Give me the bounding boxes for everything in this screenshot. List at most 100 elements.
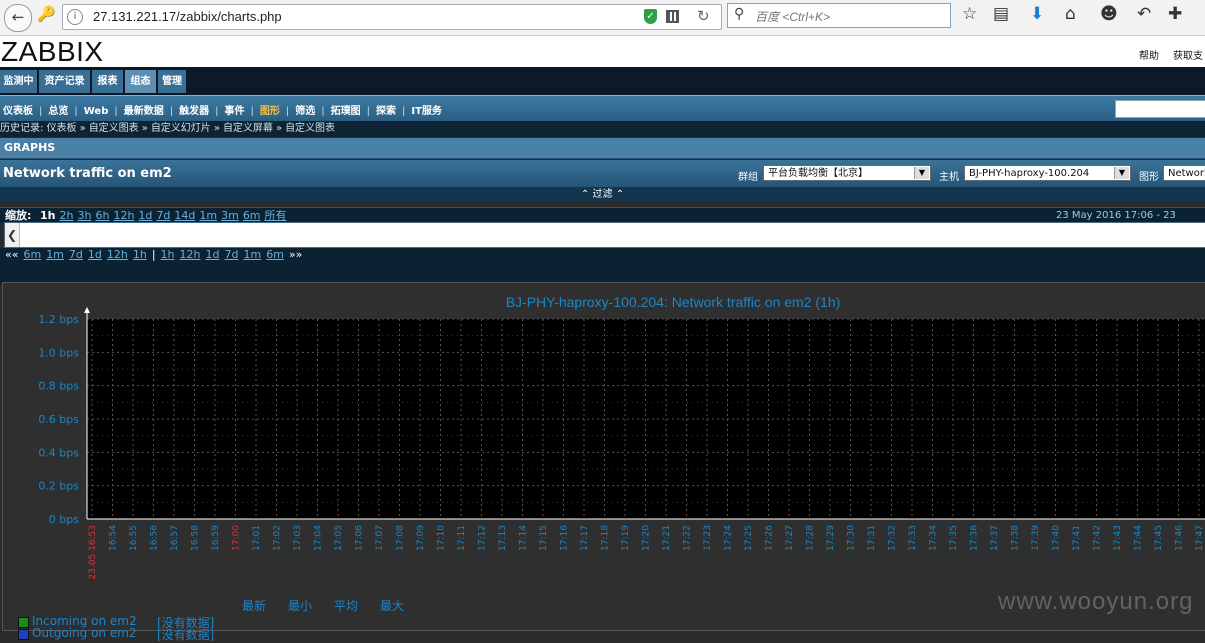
y-axis-arrow-icon bbox=[84, 307, 90, 313]
main-tab-inventory[interactable]: 资产记录 bbox=[39, 70, 90, 93]
back-arrow-icon[interactable]: ← bbox=[4, 4, 32, 32]
y-tick-label: 0.6 bps bbox=[38, 413, 79, 426]
nav-back-link[interactable]: 1d bbox=[88, 248, 102, 261]
zoom-option[interactable]: 14d bbox=[174, 209, 195, 222]
zoom-option[interactable]: 6h bbox=[95, 209, 109, 222]
zoom-option[interactable]: 1d bbox=[138, 209, 152, 222]
sub-menu-item[interactable]: IT服务 bbox=[411, 106, 442, 117]
smiley-icon[interactable]: ☻ bbox=[1100, 4, 1118, 24]
x-tick-label: 17:00 bbox=[232, 525, 242, 551]
nav-forward-link[interactable]: 1d bbox=[206, 248, 220, 261]
zoom-option[interactable]: 6m bbox=[243, 209, 261, 222]
host-select[interactable]: BJ-PHY-haproxy-100.204 ▼ bbox=[964, 165, 1131, 181]
breadcrumb-link[interactable]: 自定义图表 bbox=[285, 123, 335, 134]
sub-menu-item[interactable]: 图形 bbox=[260, 106, 280, 117]
zoom-option[interactable]: 2h bbox=[60, 209, 74, 222]
scroll-left-icon[interactable]: ❮ bbox=[5, 223, 20, 247]
main-tab-configuration[interactable]: 组态 bbox=[125, 70, 156, 93]
chevron-up-icon: ⌃ bbox=[615, 189, 625, 200]
main-tab-monitoring[interactable]: 监测中 bbox=[0, 70, 37, 93]
sub-menu-item[interactable]: 仪表板 bbox=[3, 106, 33, 117]
legend-col-avg: 平均 bbox=[334, 599, 359, 613]
nav-back-link[interactable]: 1h bbox=[133, 248, 147, 261]
qr-code-icon[interactable] bbox=[666, 10, 679, 23]
reading-list-icon[interactable]: ▤ bbox=[993, 4, 1009, 24]
sub-menu-item[interactable]: Web bbox=[84, 106, 109, 117]
sub-menu-item[interactable]: 探索 bbox=[376, 106, 396, 117]
main-tab-reports[interactable]: 报表 bbox=[92, 70, 123, 93]
nav-back-link[interactable]: 6m bbox=[23, 248, 41, 261]
main-menu: 监测中 资产记录 报表 组态 管理 bbox=[0, 67, 1205, 95]
url-text[interactable]: 27.131.221.17/zabbix/charts.php bbox=[93, 9, 282, 24]
zoom-option[interactable]: 所有 bbox=[265, 209, 287, 222]
graph-select[interactable]: Network bbox=[1163, 165, 1205, 181]
nav-back-link[interactable]: 1m bbox=[46, 248, 64, 261]
main-tab-administration[interactable]: 管理 bbox=[158, 70, 186, 93]
nav-back-link[interactable]: 7d bbox=[69, 248, 83, 261]
x-tick-label: 17:26 bbox=[765, 525, 775, 551]
nav-forward-link[interactable]: 6m bbox=[266, 248, 284, 261]
sub-menu-search-input[interactable] bbox=[1115, 100, 1205, 118]
chevron-down-icon[interactable]: ▼ bbox=[914, 167, 929, 179]
x-tick-label: 16:58 bbox=[191, 525, 201, 551]
breadcrumb-link[interactable]: 自定义图表 bbox=[89, 123, 139, 134]
x-tick-label: 17:36 bbox=[970, 525, 980, 551]
graph-select-value: Network bbox=[1168, 168, 1205, 179]
sub-menu-item[interactable]: 总览 bbox=[48, 106, 68, 117]
nav-forward-arrows[interactable]: »» bbox=[289, 248, 302, 261]
x-tick-label: 17:42 bbox=[1093, 525, 1103, 551]
x-tick-label: 17:07 bbox=[375, 525, 385, 551]
menu-separator: | bbox=[402, 106, 406, 117]
x-tick-label: 17:17 bbox=[580, 525, 590, 551]
home-icon[interactable]: ⌂ bbox=[1065, 4, 1076, 24]
download-icon[interactable]: ⬇ bbox=[1030, 4, 1044, 24]
breadcrumb-link[interactable]: 自定义屏幕 bbox=[223, 123, 273, 134]
address-bar[interactable]: i 27.131.221.17/zabbix/charts.php ✓ ↻ bbox=[62, 4, 722, 30]
x-tick-label: 17:45 bbox=[1154, 525, 1164, 551]
zoom-option[interactable]: 1h bbox=[40, 209, 56, 222]
chart-title: BJ-PHY-haproxy-100.204: Network traffic … bbox=[505, 294, 841, 310]
browser-toolbar: ← 🔑 i 27.131.221.17/zabbix/charts.php ✓ … bbox=[0, 0, 1205, 36]
nav-forward-link[interactable]: 7d bbox=[224, 248, 238, 261]
time-scrollbar[interactable]: ❮ bbox=[4, 222, 1205, 248]
sub-menu-item[interactable]: 最新数据 bbox=[124, 106, 164, 117]
x-tick-label: 17:19 bbox=[621, 525, 631, 551]
group-label: 群组 bbox=[738, 172, 758, 183]
nav-forward-link[interactable]: 1m bbox=[243, 248, 261, 261]
breadcrumb-link[interactable]: 仪表板 bbox=[47, 123, 77, 134]
undo-icon[interactable]: ↶ bbox=[1137, 4, 1151, 24]
sub-menu-item[interactable]: 筛选 bbox=[295, 106, 315, 117]
zoom-option[interactable]: 3h bbox=[77, 209, 91, 222]
reload-icon[interactable]: ↻ bbox=[697, 7, 710, 25]
zabbix-logo[interactable]: ZABBIX bbox=[1, 36, 104, 68]
filter-toggle[interactable]: ⌃ 过滤 ⌃ bbox=[0, 187, 1205, 202]
x-tick-label: 17:25 bbox=[744, 525, 754, 551]
x-tick-label: 17:22 bbox=[683, 525, 693, 551]
breadcrumb-link[interactable]: 自定义幻灯片 bbox=[151, 123, 211, 134]
sub-menu-item[interactable]: 拓璞图 bbox=[331, 106, 361, 117]
nav-forward-link[interactable]: 12h bbox=[180, 248, 201, 261]
x-tick-label: 16:56 bbox=[150, 525, 160, 551]
info-icon[interactable]: i bbox=[67, 9, 83, 25]
star-icon[interactable]: ☆ bbox=[962, 4, 977, 24]
zoom-option[interactable]: 1m bbox=[199, 209, 217, 222]
group-select[interactable]: 平台负载均衡【北京】 ▼ bbox=[763, 165, 931, 181]
sub-menu-item[interactable]: 触发器 bbox=[179, 106, 209, 117]
sub-menu-item[interactable]: 事件 bbox=[225, 106, 245, 117]
browser-search-input[interactable]: ⚲ 百度 <Ctrl+K> bbox=[727, 3, 951, 28]
zoom-option[interactable]: 12h bbox=[113, 209, 134, 222]
get-support-link[interactable]: 获取支 bbox=[1173, 47, 1203, 62]
nav-back-arrows[interactable]: «« bbox=[5, 248, 18, 261]
nav-forward-link[interactable]: 1h bbox=[161, 248, 175, 261]
zoom-option[interactable]: 7d bbox=[156, 209, 170, 222]
x-tick-label: 23.05 16:53 bbox=[88, 525, 98, 580]
shield-icon[interactable]: ✓ bbox=[644, 9, 657, 24]
help-link[interactable]: 帮助 bbox=[1139, 47, 1159, 62]
key-icon[interactable]: 🔑 bbox=[37, 5, 56, 23]
chevron-down-icon[interactable]: ▼ bbox=[1114, 167, 1129, 179]
extension-icon[interactable]: ✚ bbox=[1168, 4, 1182, 24]
x-tick-label: 17:01 bbox=[252, 525, 262, 551]
zoom-option[interactable]: 3m bbox=[221, 209, 239, 222]
zabbix-header: ZABBIX 帮助 获取支 bbox=[0, 36, 1205, 67]
nav-back-link[interactable]: 12h bbox=[107, 248, 128, 261]
